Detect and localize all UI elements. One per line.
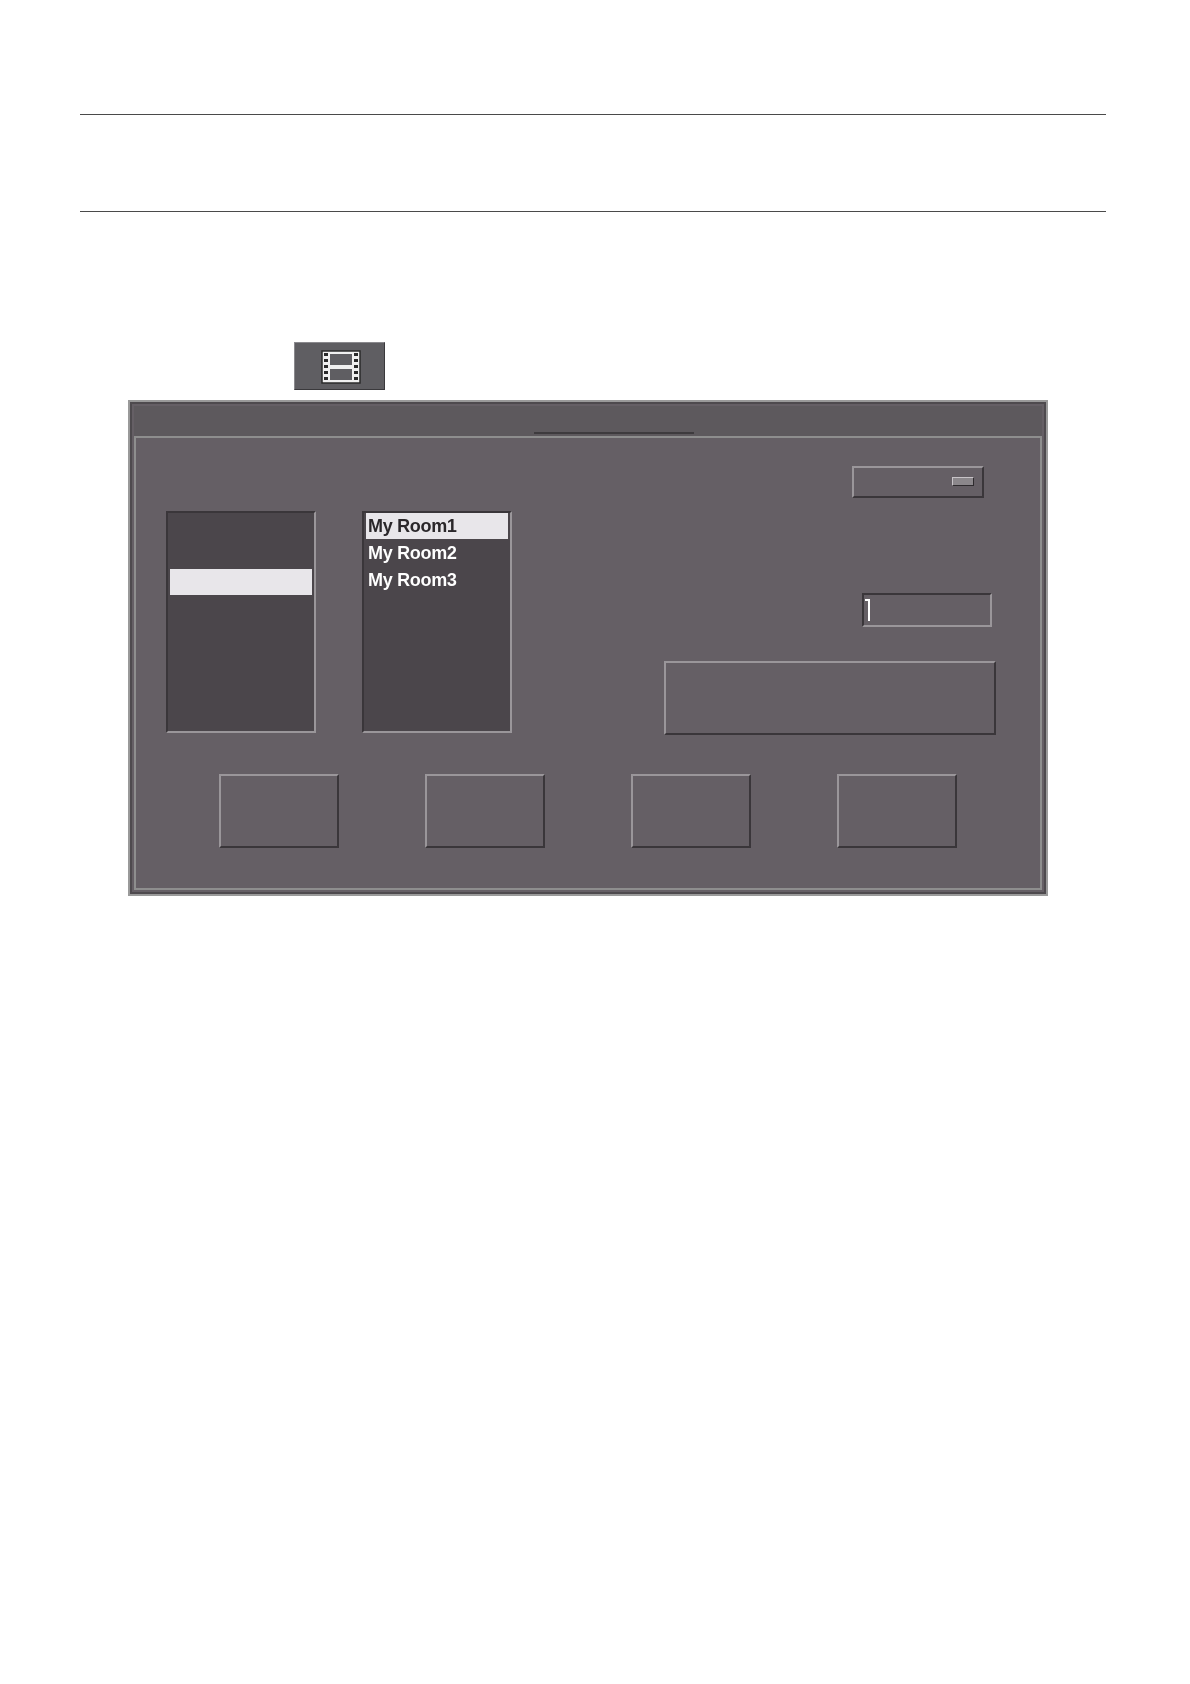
rooms-list-item[interactable]: My Room1 (366, 513, 508, 539)
wide-button-field[interactable] (664, 661, 996, 735)
top-rule (80, 114, 1106, 115)
rooms-list-item[interactable]: My Room2 (366, 540, 508, 566)
film-strip-icon (321, 350, 361, 384)
dialog-titlebar[interactable] (134, 406, 1042, 438)
text-cursor (865, 599, 870, 621)
category-list-selected-item[interactable] (170, 569, 312, 595)
bottom-rule (80, 211, 1106, 212)
rooms-list[interactable]: My Room1 My Room2 My Room3 (362, 511, 512, 733)
dialog-button-3[interactable] (631, 774, 751, 848)
dropdown-indicator-icon[interactable] (952, 477, 974, 486)
category-list[interactable] (166, 511, 316, 733)
dialog-button-2[interactable] (425, 774, 545, 848)
rooms-list-item[interactable]: My Room3 (366, 567, 508, 593)
video-toolbar-button[interactable] (294, 342, 385, 390)
option-dropdown[interactable] (852, 466, 984, 498)
dialog-button-1[interactable] (219, 774, 339, 848)
dialog-button-4[interactable] (837, 774, 957, 848)
number-input[interactable] (862, 593, 992, 627)
